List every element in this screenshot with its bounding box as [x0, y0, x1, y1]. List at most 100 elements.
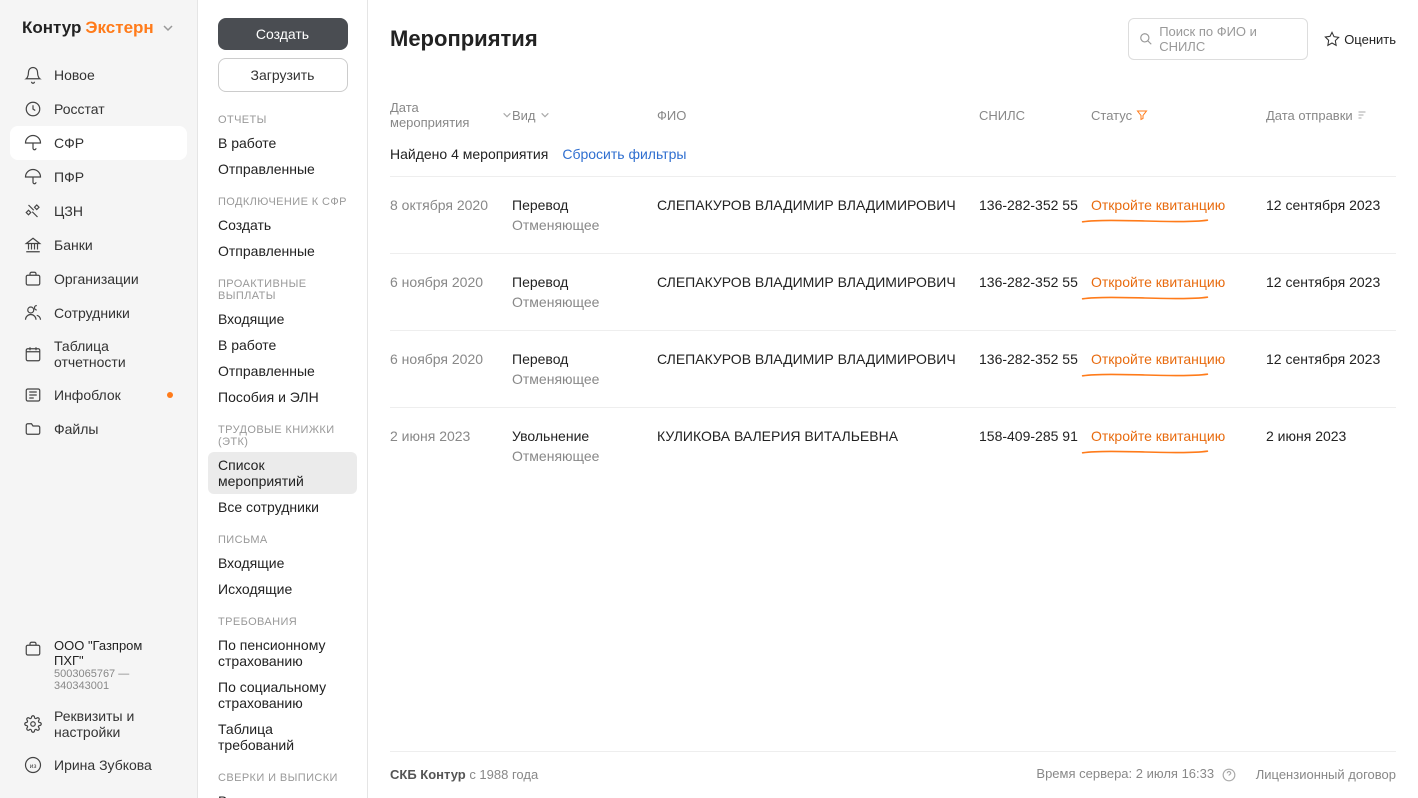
sec-group-title: ТРЕБОВАНИЯ — [208, 602, 357, 632]
sec-item[interactable]: Таблица требований — [208, 716, 357, 758]
cell-status: Откройте квитанцию — [1091, 351, 1266, 387]
calendar-icon — [24, 345, 42, 363]
filter-icon — [1136, 109, 1148, 121]
logo-part2: Экстерн — [85, 18, 153, 38]
cell-type: ПереводОтменяющее — [512, 274, 657, 310]
nav-item-sfr[interactable]: СФР — [10, 126, 187, 160]
sec-group-title: ОТЧЕТЫ — [208, 100, 357, 130]
sec-item[interactable]: По социальному страхованию — [208, 674, 357, 716]
sec-item[interactable]: Отправленные — [208, 238, 357, 264]
sec-item[interactable]: Исходящие — [208, 576, 357, 602]
upload-button[interactable]: Загрузить — [218, 58, 348, 92]
org-block[interactable]: ООО "Газпром ПХГ" 5003065767 — 340343001 — [10, 630, 187, 700]
table-row[interactable]: 6 ноября 2020ПереводОтменяющееСЛЕПАКУРОВ… — [390, 330, 1396, 407]
status-link[interactable]: Откройте квитанцию — [1091, 428, 1225, 444]
sec-item[interactable]: Все сверки по расчетам — [208, 788, 357, 798]
page-title: Мероприятия — [390, 26, 538, 52]
nav-item-infoblock[interactable]: Инфоблок — [10, 378, 187, 412]
sec-item[interactable]: Входящие — [208, 550, 357, 576]
found-count: Найдено 4 мероприятия — [390, 146, 548, 162]
cell-fio: СЛЕПАКУРОВ ВЛАДИМИР ВЛАДИМИРОВИЧ — [657, 274, 979, 310]
status-link[interactable]: Откройте квитанцию — [1091, 274, 1225, 290]
user-link[interactable]: из Ирина Зубкова — [10, 748, 187, 782]
rate-button[interactable]: Оценить — [1324, 31, 1396, 47]
sec-item[interactable]: Все сотрудники — [208, 494, 357, 520]
main-content: Мероприятия Поиск по ФИО и СНИЛС Оценить… — [368, 0, 1418, 798]
secondary-sidebar: Создать Загрузить ОТЧЕТЫВ работеОтправле… — [198, 0, 368, 798]
nav-label: Банки — [54, 237, 93, 253]
cell-snils: 136-282-352 55 — [979, 274, 1091, 310]
th-type[interactable]: Вид — [512, 100, 657, 130]
th-status[interactable]: Статус — [1091, 100, 1266, 130]
table-row[interactable]: 8 октября 2020ПереводОтменяющееСЛЕПАКУРО… — [390, 176, 1396, 253]
nav-item-orgs[interactable]: Организации — [10, 262, 187, 296]
status-link[interactable]: Откройте квитанцию — [1091, 197, 1225, 213]
nav-item-reports[interactable]: Таблица отчетности — [10, 330, 187, 378]
org-name: ООО "Газпром ПХГ" — [54, 638, 173, 668]
sec-group-title: СВЕРКИ И ВЫПИСКИ — [208, 758, 357, 788]
news-icon — [24, 386, 42, 404]
sec-item[interactable]: Создать — [208, 212, 357, 238]
sec-item[interactable]: Пособия и ЭЛН — [208, 384, 357, 410]
nav-label: Файлы — [54, 421, 98, 437]
primary-nav: Новое Росстат СФР ПФРЦЗН Банки ОрганизацииСот… — [0, 52, 197, 620]
settings-link[interactable]: Реквизиты и настройки — [10, 700, 187, 748]
cell-date: 6 ноября 2020 — [390, 274, 512, 310]
settings-label: Реквизиты и настройки — [54, 708, 173, 740]
bank-icon — [24, 236, 42, 254]
bell-icon — [24, 66, 42, 84]
cell-date: 2 июня 2023 — [390, 428, 512, 464]
cell-status: Откройте квитанцию — [1091, 428, 1266, 464]
nav-item-czn[interactable]: ЦЗН — [10, 194, 187, 228]
nav-item-emp[interactable]: Сотрудники — [10, 296, 187, 330]
search-input[interactable]: Поиск по ФИО и СНИЛС — [1128, 18, 1308, 60]
sec-group-title: ПРОАКТИВНЫЕ ВЫПЛАТЫ — [208, 264, 357, 306]
th-date[interactable]: Дата мероприятия — [390, 100, 512, 130]
underline-icon — [1081, 294, 1209, 302]
nav-label: Таблица отчетности — [54, 338, 173, 370]
cell-snils: 136-282-352 55 — [979, 197, 1091, 233]
cell-sent: 12 сентября 2023 — [1266, 351, 1396, 387]
cell-fio: СЛЕПАКУРОВ ВЛАДИМИР ВЛАДИМИРОВИЧ — [657, 197, 979, 233]
star-icon — [1324, 31, 1340, 47]
cell-type: ПереводОтменяющее — [512, 197, 657, 233]
nav-item-pfr[interactable]: ПФР — [10, 160, 187, 194]
cell-sent: 2 июня 2023 — [1266, 428, 1396, 464]
found-row: Найдено 4 мероприятия Сбросить фильтры — [390, 140, 1396, 176]
nav-label: Росстат — [54, 101, 105, 117]
reset-filters-link[interactable]: Сбросить фильтры — [562, 146, 686, 162]
sec-item[interactable]: В работе — [208, 130, 357, 156]
nav-item-rosstat[interactable]: Росстат — [10, 92, 187, 126]
sec-item[interactable]: Отправленные — [208, 156, 357, 182]
cell-type: ПереводОтменяющее — [512, 351, 657, 387]
table-row[interactable]: 2 июня 2023УвольнениеОтменяющееКУЛИКОВА … — [390, 407, 1396, 484]
sec-item[interactable]: Отправленные — [208, 358, 357, 384]
help-icon[interactable] — [1222, 768, 1236, 782]
app-logo[interactable]: КонтурЭкстерн — [0, 0, 197, 52]
sec-item[interactable]: Список мероприятий — [208, 452, 357, 494]
nav-item-new[interactable]: Новое — [10, 58, 187, 92]
people-icon — [24, 304, 42, 322]
nav-label: Инфоблок — [54, 387, 121, 403]
server-time: Время сервера: 2 июля 16:33 — [1036, 766, 1235, 782]
cell-sent: 12 сентября 2023 — [1266, 274, 1396, 310]
sec-item[interactable]: Входящие — [208, 306, 357, 332]
search-icon — [1139, 32, 1153, 46]
th-snils[interactable]: СНИЛС — [979, 100, 1091, 130]
table-header: Дата мероприятия Вид ФИО СНИЛС Статус Да… — [390, 100, 1396, 140]
license-link[interactable]: Лицензионный договор — [1256, 767, 1396, 782]
th-fio[interactable]: ФИО — [657, 100, 979, 130]
org-sub: 5003065767 — 340343001 — [54, 668, 173, 692]
nav-label: СФР — [54, 135, 84, 151]
user-name: Ирина Зубкова — [54, 757, 152, 773]
table-row[interactable]: 6 ноября 2020ПереводОтменяющееСЛЕПАКУРОВ… — [390, 253, 1396, 330]
th-sent[interactable]: Дата отправки — [1266, 100, 1396, 130]
nav-item-banks[interactable]: Банки — [10, 228, 187, 262]
status-link[interactable]: Откройте квитанцию — [1091, 351, 1225, 367]
chevron-down-icon — [540, 110, 550, 120]
sec-item[interactable]: По пенсионному страхованию — [208, 632, 357, 674]
search-placeholder: Поиск по ФИО и СНИЛС — [1159, 24, 1297, 54]
create-button[interactable]: Создать — [218, 18, 348, 50]
nav-item-files[interactable]: Файлы — [10, 412, 187, 446]
sec-item[interactable]: В работе — [208, 332, 357, 358]
